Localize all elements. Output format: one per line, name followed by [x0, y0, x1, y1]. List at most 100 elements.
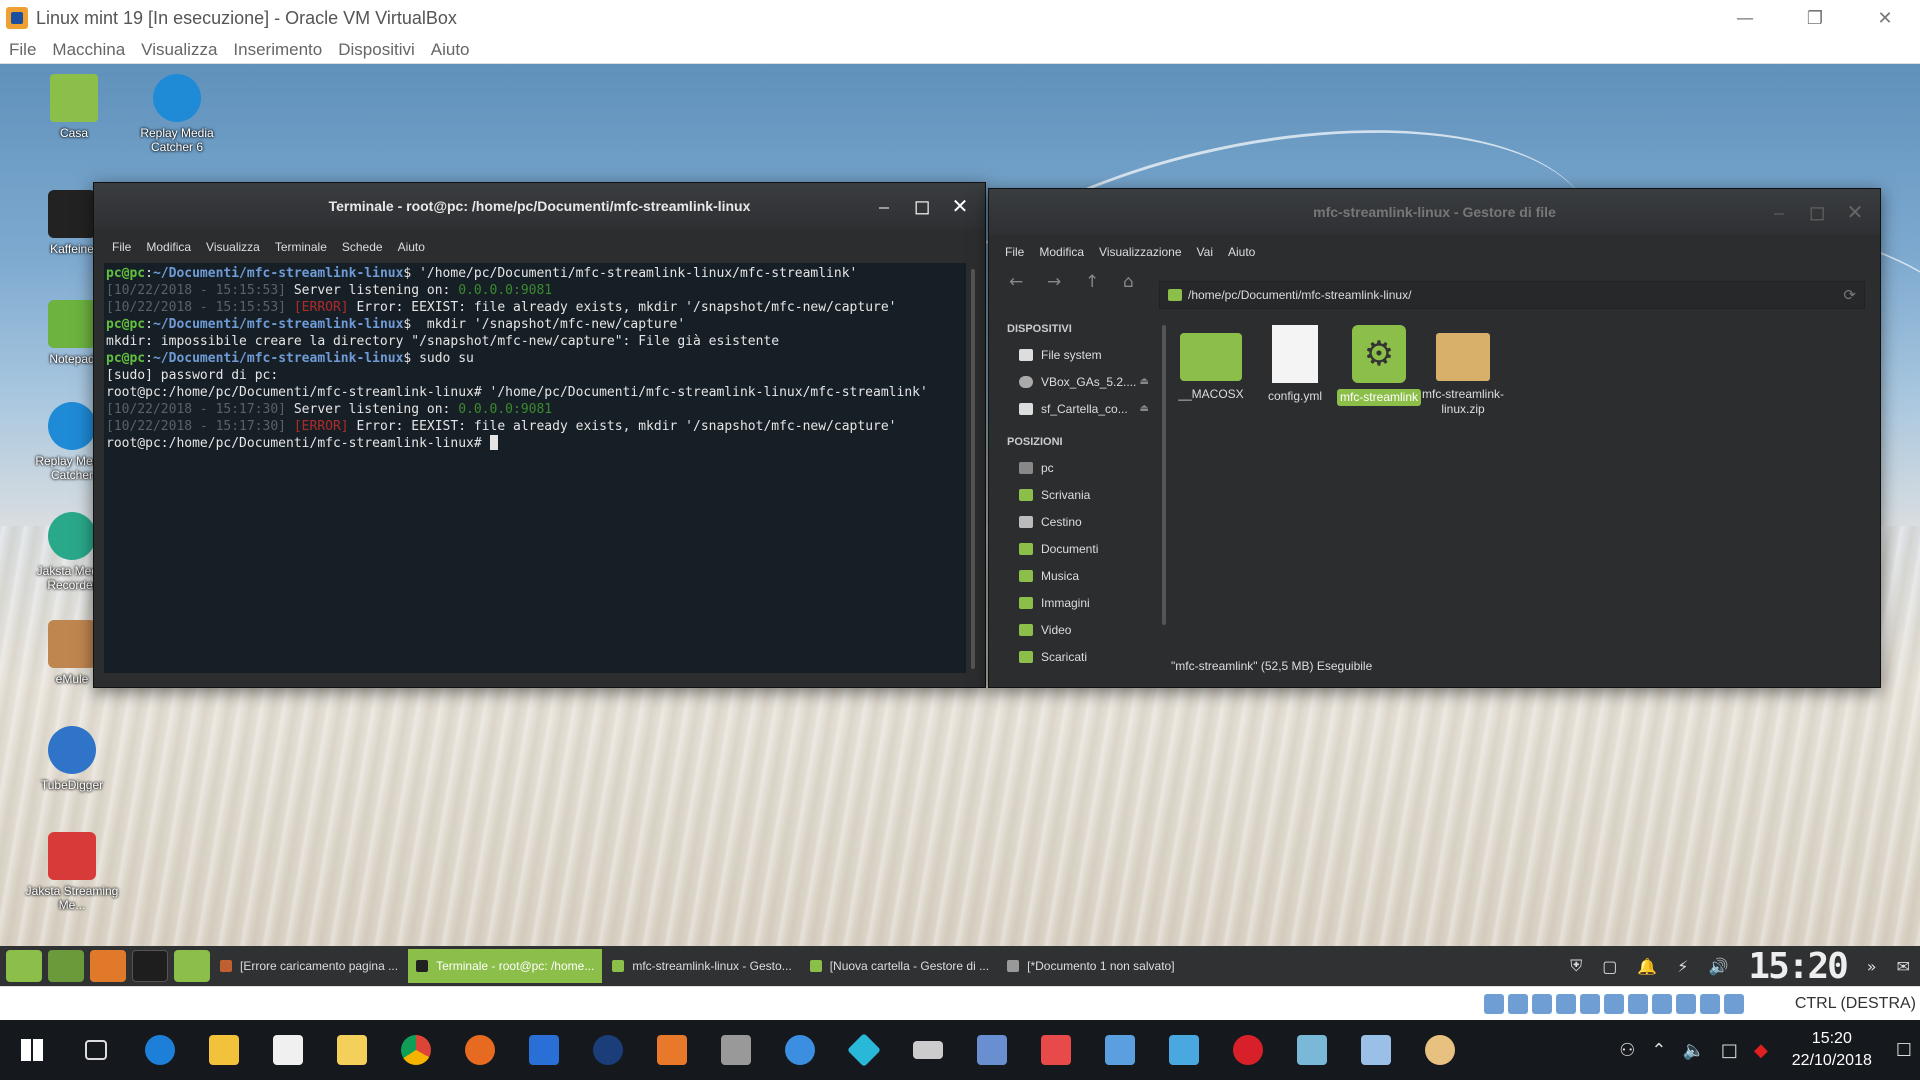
task-view-icon[interactable] — [72, 1030, 120, 1070]
vbox-menu-visualizza[interactable]: Visualizza — [141, 40, 217, 60]
taskbar-item[interactable]: [Errore caricamento pagina ... — [212, 949, 406, 983]
cube-app-icon[interactable] — [1352, 1030, 1400, 1070]
file-item[interactable]: mfc-streamlink-linux.zip — [1421, 325, 1505, 417]
filemanager-window[interactable]: mfc-streamlink-linux - Gestore di file ⎯… — [988, 188, 1881, 688]
close-button[interactable]: ✕ — [1850, 0, 1920, 36]
terminal-titlebar[interactable]: Terminale - root@pc: /home/pc/Documenti/… — [94, 183, 985, 229]
desktop-icon-casa[interactable]: Casa — [22, 74, 126, 140]
sidebar-item-documenti[interactable]: Documenti — [989, 535, 1159, 562]
shield-icon[interactable]: ⛨ — [1570, 956, 1582, 976]
taskbar-item[interactable]: [Nuova cartella - Gestore di ... — [802, 949, 997, 983]
vbox-menu-dispositivi[interactable]: Dispositivi — [338, 40, 415, 60]
display-icon[interactable] — [1628, 994, 1648, 1014]
windows-start-icon[interactable] — [8, 1030, 56, 1070]
people-icon[interactable]: ⚇ — [1619, 1040, 1635, 1061]
desktop-icon-jaksta-streaming[interactable]: Jaksta Streaming Me... — [20, 832, 124, 912]
remote-desktop-icon[interactable] — [1096, 1030, 1144, 1070]
desktop-icon-tubedigger[interactable]: TubeDigger — [20, 726, 124, 792]
usb-icon[interactable] — [1580, 994, 1600, 1014]
desktop-icon-replay-media-catcher-6[interactable]: Replay Media Catcher 6 — [125, 74, 229, 154]
virtualbox-taskbar-icon[interactable] — [520, 1030, 568, 1070]
vbox-menu-macchina[interactable]: Macchina — [52, 40, 125, 60]
terminal-window[interactable]: Terminale - root@pc: /home/pc/Documenti/… — [93, 182, 986, 688]
hdd-icon[interactable] — [1484, 994, 1504, 1014]
sidebar-item-musica[interactable]: Musica — [989, 562, 1159, 589]
mouse-integration-icon[interactable] — [1700, 994, 1720, 1014]
sidebar-splitter[interactable] — [1159, 317, 1169, 637]
files-launcher-icon[interactable] — [174, 950, 210, 982]
action-center-icon[interactable]: ☐ — [1896, 1040, 1912, 1061]
kaffeine-tray-icon[interactable]: » — [1867, 957, 1877, 976]
fm-menu-aiuto[interactable]: Aiuto — [1228, 245, 1255, 259]
minimize-button[interactable]: — — [1710, 0, 1780, 36]
eject-icon[interactable]: ⏏ — [1140, 376, 1149, 387]
cpu-icon[interactable] — [1676, 994, 1696, 1014]
network-icon[interactable]: □ — [1721, 1040, 1738, 1061]
filemanager-minimize-button[interactable]: ⎯ — [1766, 199, 1792, 225]
reload-icon[interactable]: ⟳ — [1843, 286, 1856, 304]
sidebar-item-sf-cartella[interactable]: sf_Cartella_co... ⏏ — [989, 395, 1159, 422]
filemanager-maximize-button[interactable]: ◻ — [1804, 199, 1830, 225]
firefox-launcher-icon[interactable] — [90, 950, 126, 982]
kodi-icon[interactable] — [840, 1030, 888, 1070]
sidebar-item-cestino[interactable]: Cestino — [989, 508, 1159, 535]
fm-menu-vai[interactable]: Vai — [1197, 245, 1213, 259]
terminal-menu-terminale[interactable]: Terminale — [275, 240, 327, 254]
recording-icon[interactable] — [1652, 994, 1672, 1014]
power-app-icon[interactable] — [584, 1030, 632, 1070]
terminal-output[interactable]: pc@pc:~/Documenti/mfc-streamlink-linux$ … — [104, 263, 966, 673]
file-item[interactable]: config.yml — [1253, 325, 1337, 404]
eject-icon[interactable]: ⏏ — [1140, 403, 1149, 414]
sidebar-item-scrivania[interactable]: Scrivania — [989, 481, 1159, 508]
filemanager-titlebar[interactable]: mfc-streamlink-linux - Gestore di file ⎯… — [989, 189, 1880, 235]
chevron-up-icon[interactable]: ⌃ — [1651, 1040, 1666, 1061]
window-icon[interactable]: ▢ — [1602, 957, 1617, 976]
terminal-launcher-icon[interactable] — [132, 950, 168, 982]
sidebar-item-video[interactable]: Video — [989, 616, 1159, 643]
optical-drive-icon[interactable] — [1508, 994, 1528, 1014]
file-item-selected[interactable]: ⚙ mfc-streamlink — [1337, 325, 1421, 406]
network-app-icon[interactable] — [1160, 1030, 1208, 1070]
firefox-icon[interactable] — [456, 1030, 504, 1070]
antivirus-icon[interactable]: ◆ — [1754, 1040, 1768, 1061]
windows-clock[interactable]: 15:20 22/10/2018 — [1792, 1028, 1872, 1072]
paint-app-icon[interactable] — [1416, 1030, 1464, 1070]
file-explorer-icon[interactable] — [200, 1030, 248, 1070]
keyboard-icon[interactable] — [904, 1030, 952, 1070]
taskbar-item[interactable]: mfc-streamlink-linux - Gesto... — [604, 949, 799, 983]
terminal-minimize-button[interactable]: ⎯ — [871, 193, 897, 219]
chrome-icon[interactable] — [392, 1030, 440, 1070]
satellite-icon[interactable] — [712, 1030, 760, 1070]
cloud-icon[interactable] — [776, 1030, 824, 1070]
power-icon[interactable]: ⚡ — [1677, 957, 1688, 976]
mail-app-icon[interactable] — [328, 1030, 376, 1070]
terminal-menu-aiuto[interactable]: Aiuto — [398, 240, 425, 254]
volume-icon[interactable]: 🔈 — [1683, 1040, 1705, 1061]
shared-folder-icon[interactable] — [1604, 994, 1624, 1014]
edge-icon[interactable] — [136, 1030, 184, 1070]
file-item[interactable]: __MACOSX — [1169, 325, 1253, 402]
mint-menu-icon[interactable] — [6, 950, 42, 982]
rss-icon[interactable] — [648, 1030, 696, 1070]
sidebar-item-scaricati[interactable]: Scaricati — [989, 643, 1159, 670]
home-icon[interactable]: ⌂ — [1123, 272, 1161, 292]
store-icon[interactable] — [264, 1030, 312, 1070]
fm-menu-visualizzazione[interactable]: Visualizzazione — [1099, 245, 1182, 259]
opera-icon[interactable] — [1224, 1030, 1272, 1070]
volume-icon[interactable]: 🔊 — [1709, 957, 1729, 976]
fm-menu-file[interactable]: File — [1005, 245, 1024, 259]
sidebar-item-pc[interactable]: pc — [989, 454, 1159, 481]
terminal-menu-schede[interactable]: Schede — [342, 240, 383, 254]
bell-icon[interactable]: 🔔 — [1637, 957, 1657, 976]
network-icon[interactable] — [1556, 994, 1576, 1014]
sidebar-item-filesystem[interactable]: File system — [989, 341, 1159, 368]
forward-arrow-icon[interactable]: → — [1047, 272, 1085, 292]
taskbar-item-active[interactable]: Terminale - root@pc: /home... — [408, 949, 603, 983]
location-bar[interactable]: /home/pc/Documenti/mfc-streamlink-linux/… — [1159, 281, 1865, 309]
vbox-menu-file[interactable]: File — [9, 40, 36, 60]
filemanager-close-button[interactable]: ✕ — [1842, 199, 1868, 225]
monitor-app-icon[interactable] — [968, 1030, 1016, 1070]
terminal-maximize-button[interactable]: ◻ — [909, 193, 935, 219]
terminal-prompt-line[interactable]: root@pc:/home/pc/Documenti/mfc-streamlin… — [106, 435, 964, 452]
up-arrow-icon[interactable]: ↑ — [1085, 272, 1123, 292]
